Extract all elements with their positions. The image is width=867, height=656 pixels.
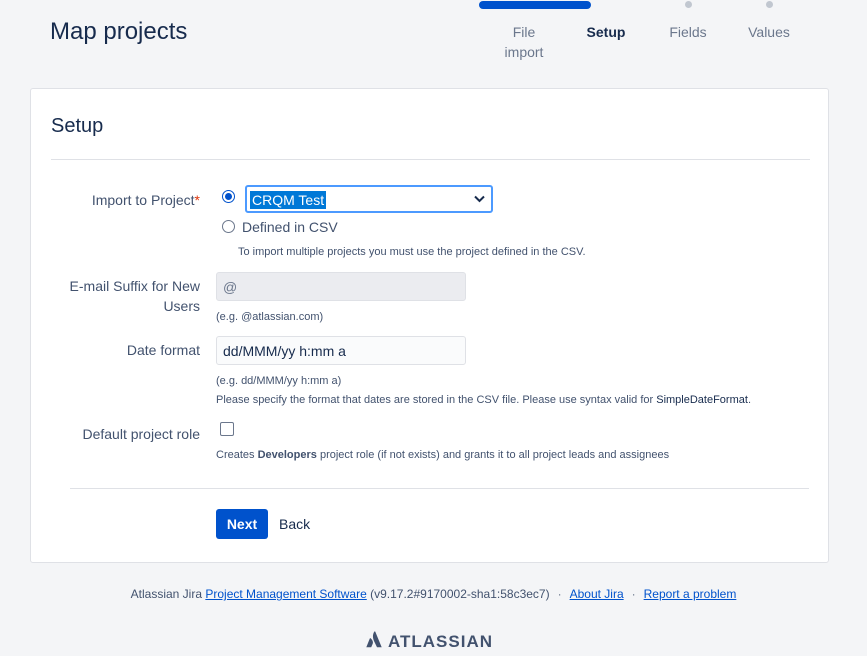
project-select[interactable]: CRQM Test (245, 185, 493, 213)
section-title: Setup (51, 115, 104, 137)
atlassian-logo-icon (366, 631, 382, 653)
buttons-divider (70, 488, 809, 489)
project-management-software-link[interactable]: Project Management Software (205, 587, 366, 601)
atlassian-logo: ATLASSIAN (366, 631, 494, 653)
atlassian-logo-text: ATLASSIAN (388, 632, 494, 651)
radio-defined-in-csv[interactable] (222, 220, 235, 233)
import-project-label: Import to Project* (91, 192, 200, 208)
default-role-help: Creates Developers project role (if not … (216, 449, 670, 461)
setup-panel: Setup Import to Project* CRQM Test Defin… (30, 88, 829, 563)
next-button[interactable]: Next (216, 509, 268, 539)
step-dot (765, 1, 773, 8)
radio-select-project[interactable] (222, 190, 235, 203)
step-label: Fields (669, 24, 707, 40)
email-suffix-label: E-mail Suffix for New Users (69, 278, 200, 314)
step-progress-bar (556, 1, 591, 9)
required-marker: * (194, 192, 200, 208)
footer: Atlassian Jira Project Management Softwa… (130, 587, 737, 601)
step-label: Values (748, 24, 790, 40)
back-button[interactable]: Back (279, 509, 310, 539)
footer-separator: · (631, 587, 636, 601)
project-select-value: CRQM Test (250, 191, 327, 209)
date-format-field[interactable]: dd/MMM/yy h:mm a (216, 336, 466, 365)
step-label: File import (504, 24, 544, 60)
chevron-down-icon (474, 192, 485, 206)
step-label: Setup (586, 24, 626, 40)
step-dot (684, 1, 692, 8)
defined-in-csv-label[interactable]: Defined in CSV (242, 218, 338, 236)
page-title: Map projects (50, 18, 188, 45)
date-format-help: Please specify the format that dates are… (216, 394, 751, 406)
default-role-label: Default project role (82, 426, 200, 442)
about-jira-link[interactable]: About Jira (570, 587, 624, 601)
footer-separator: · (557, 587, 562, 601)
section-divider (51, 159, 810, 160)
step-values: Values (719, 0, 819, 42)
report-problem-link[interactable]: Report a problem (644, 587, 737, 601)
email-suffix-field: @ (216, 272, 466, 301)
import-project-help: To import multiple projects you must use… (238, 246, 586, 258)
date-format-example: (e.g. dd/MMM/yy h:mm a) (216, 375, 342, 387)
default-role-checkbox[interactable] (220, 422, 234, 436)
date-format-label: Date format (126, 342, 200, 358)
email-suffix-help: (e.g. @atlassian.com) (216, 311, 324, 323)
simpledateformat-link[interactable]: SimpleDateFormat (656, 394, 748, 406)
